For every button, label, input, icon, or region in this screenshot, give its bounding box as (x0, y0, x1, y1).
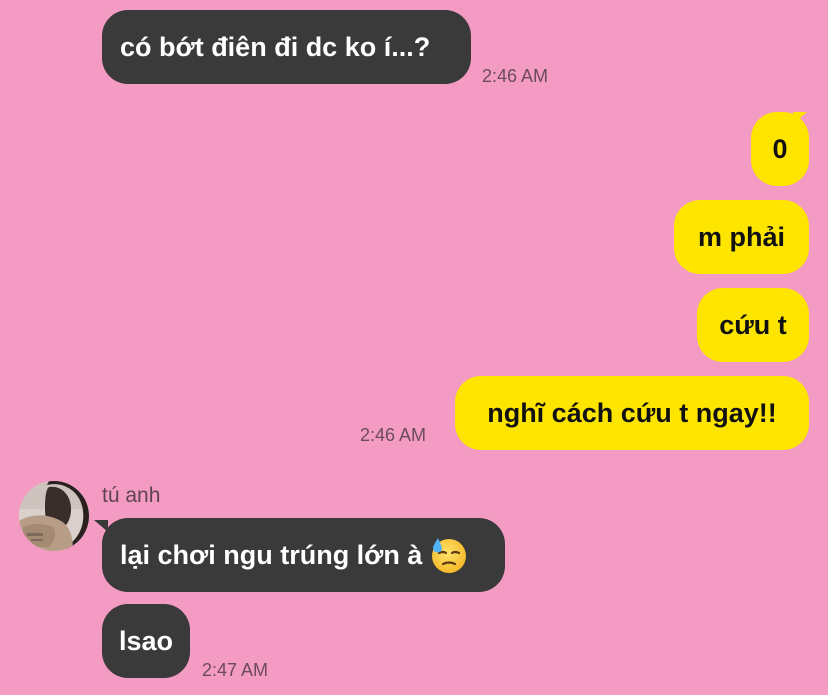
message-text: cứu t (719, 309, 787, 340)
message-text: m phải (697, 221, 785, 252)
message-bubble-incoming[interactable]: lại chơi ngu trúng lớn à (102, 518, 505, 592)
message-text: có bớt điên đi dc ko í...? (120, 31, 431, 62)
message-text: lại chơi ngu trúng lớn à (120, 539, 423, 570)
message-bubble-outgoing[interactable]: nghĩ cách cứu t ngay!! (455, 376, 809, 450)
message-bubble-outgoing[interactable]: cứu t (697, 288, 809, 362)
sender-name: tú anh (102, 484, 161, 507)
message-timestamp: 2:47 AM (202, 660, 269, 680)
downcast-face-with-sweat-icon (432, 538, 467, 573)
message-timestamp: 2:46 AM (482, 66, 549, 86)
message-bubble-incoming[interactable]: lsao (102, 604, 190, 678)
message-bubble-outgoing[interactable]: m phải (674, 200, 809, 274)
avatar[interactable] (19, 481, 89, 551)
avatar-photo (19, 481, 89, 551)
message-bubble-outgoing[interactable]: 0 (751, 112, 809, 186)
message-text: 0 (772, 133, 788, 164)
message-text: nghĩ cách cứu t ngay!! (487, 397, 777, 428)
message-bubble-incoming[interactable]: có bớt điên đi dc ko í...? (102, 10, 471, 84)
message-timestamp: 2:46 AM (360, 425, 427, 445)
message-text: lsao (118, 625, 174, 656)
